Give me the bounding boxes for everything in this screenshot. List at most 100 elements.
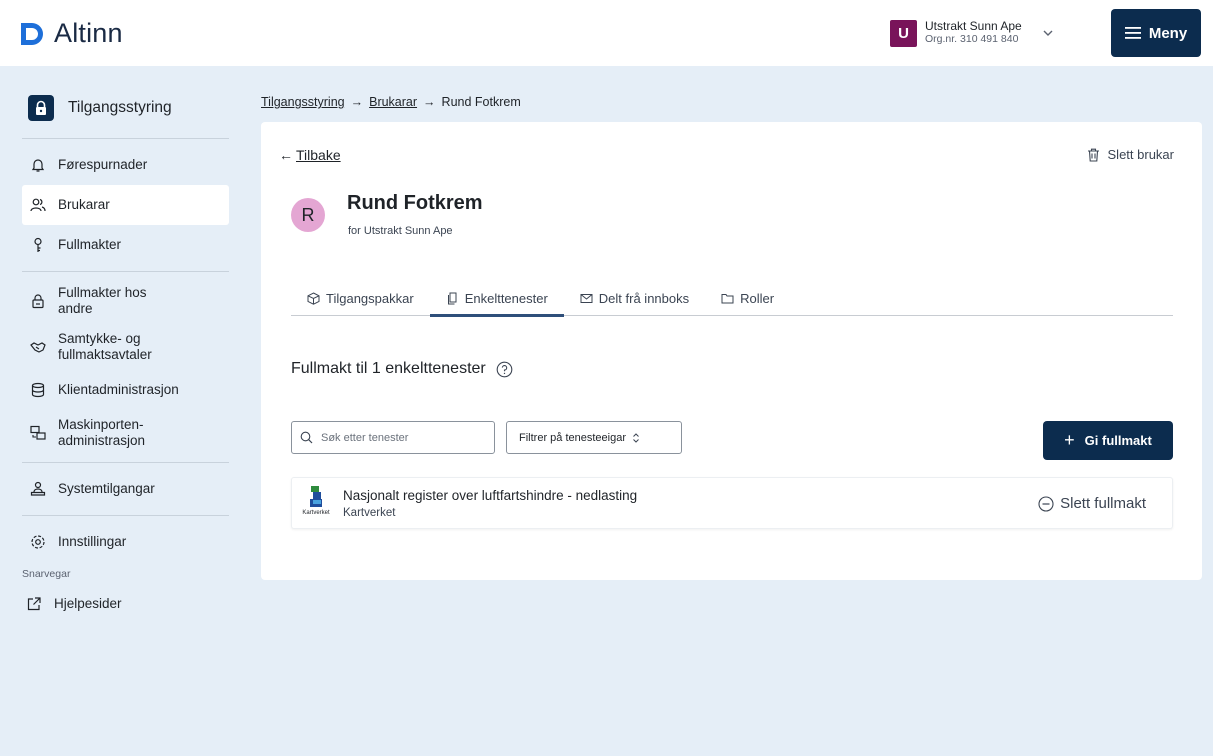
- kartverket-logo-icon: [310, 486, 322, 507]
- sidebar-item-hjelpesider[interactable]: Hjelpesider: [22, 584, 229, 624]
- search-placeholder: Søk etter tenester: [321, 431, 409, 444]
- sidebar-item-label: Innstillingar: [58, 534, 127, 549]
- delete-authorization-label: Slett fullmakt: [1060, 495, 1146, 512]
- monitors-icon: [30, 425, 46, 440]
- tab-list: Tilgangspakkar Enkelttenester Delt frå i…: [291, 280, 1173, 317]
- divider: [22, 138, 229, 139]
- section-title-text: Fullmakt til 1 enkelttenester: [291, 360, 486, 377]
- give-authorization-button[interactable]: + Gi fullmakt: [1043, 421, 1173, 460]
- filter-label: Filtrer på tenesteeigar: [519, 431, 626, 444]
- sidebar-item-klientadministrasjon[interactable]: Klientadministrasjon: [22, 370, 229, 410]
- sidebar-item-label: Brukarar: [58, 197, 110, 212]
- user-detail-card: ← Tilbake Slett brukar R Rund Fotkrem fo…: [261, 122, 1202, 580]
- service-list-item[interactable]: Kartverket Nasjonalt register over luftf…: [291, 477, 1173, 529]
- service-owner-filter[interactable]: Filtrer på tenesteeigar: [506, 421, 682, 454]
- tab-label: Delt frå innboks: [598, 290, 690, 306]
- sidebar-item-label: Fullmakter: [58, 237, 122, 252]
- user-subtitle: for Utstrakt Sunn Ape: [348, 225, 453, 237]
- sidebar-item-brukarar[interactable]: Brukarar: [22, 185, 229, 225]
- chevron-up-down-icon: [633, 432, 639, 443]
- delete-authorization-button[interactable]: Slett fullmakt: [1038, 495, 1146, 512]
- back-label: Tilbake: [296, 147, 341, 163]
- sidebar-item-systemtilgangar[interactable]: Systemtilgangar: [22, 469, 229, 509]
- external-link-icon: [27, 597, 41, 611]
- give-button-label: Gi fullmakt: [1084, 433, 1152, 448]
- sidebar: Tilgangsstyring Førespurnader Brukarar F…: [22, 84, 229, 624]
- sidebar-header[interactable]: Tilgangsstyring: [22, 84, 229, 132]
- lock-icon: [28, 95, 54, 121]
- package-icon: [307, 291, 320, 305]
- section-heading: Fullmakt til 1 enkelttenester: [291, 360, 513, 378]
- plus-icon: +: [1064, 430, 1075, 450]
- tab-label: Roller: [740, 290, 775, 306]
- envelope-icon: [580, 293, 593, 303]
- gear-icon: [31, 535, 45, 549]
- sidebar-title: Tilgangsstyring: [68, 99, 172, 116]
- person-desk-icon: [30, 481, 46, 496]
- padlock-icon: [32, 294, 44, 309]
- service-owner: Kartverket: [343, 507, 396, 519]
- sidebar-item-label: Fullmakter hos andre: [58, 285, 147, 316]
- database-icon: [31, 382, 45, 398]
- back-link[interactable]: ← Tilbake: [279, 147, 341, 163]
- chevron-down-icon: [1043, 30, 1053, 36]
- top-bar: Altinn U Utstrakt Sunn Ape Org.nr. 310 4…: [0, 0, 1213, 66]
- service-search-field[interactable]: Søk etter tenester: [291, 421, 495, 454]
- altinn-logo[interactable]: Altinn: [18, 18, 123, 49]
- folder-icon: [721, 293, 734, 303]
- account-switcher[interactable]: U Utstrakt Sunn Ape Org.nr. 310 491 840: [890, 10, 1054, 56]
- breadcrumb-separator: →: [423, 95, 436, 109]
- logo-text: Altinn: [54, 18, 123, 48]
- sidebar-item-label: Samtykke- og fullmaktsavtaler: [58, 331, 152, 362]
- account-avatar: U: [890, 19, 917, 47]
- tab-delt-fra-innboks[interactable]: Delt frå innboks: [564, 280, 705, 316]
- tab-roller[interactable]: Roller: [705, 280, 790, 316]
- sidebar-item-maskinporten[interactable]: Maskinporten-administrasjon: [22, 410, 229, 456]
- sidebar-item-innstillingar[interactable]: Innstillingar: [22, 522, 229, 562]
- sidebar-item-fullmakter-hos-andre[interactable]: Fullmakter hos andre: [22, 278, 229, 324]
- sidebar-item-label: Hjelpesider: [54, 596, 122, 611]
- breadcrumb: Tilgangsstyring → Brukarar → Rund Fotkre…: [261, 95, 521, 109]
- users-icon: [30, 198, 46, 212]
- handshake-icon: [30, 342, 46, 353]
- delete-user-button[interactable]: Slett brukar: [1087, 147, 1174, 162]
- sidebar-item-samtykke[interactable]: Samtykke- og fullmaktsavtaler: [22, 324, 229, 370]
- sidebar-item-label: Systemtilgangar: [58, 481, 155, 496]
- account-org-number: Org.nr. 310 491 840: [925, 33, 1019, 45]
- divider: [22, 515, 229, 516]
- sidebar-item-label: Maskinporten-administrasjon: [58, 417, 146, 448]
- sidebar-item-forespurnader[interactable]: Førespurnader: [22, 145, 229, 185]
- breadcrumb-link-brukarar[interactable]: Brukarar: [369, 95, 417, 109]
- documents-icon: [447, 292, 457, 304]
- divider: [22, 271, 229, 272]
- shortcuts-heading: Snarvegar: [22, 568, 71, 580]
- delete-user-label: Slett brukar: [1107, 147, 1174, 162]
- help-icon[interactable]: [496, 361, 513, 378]
- sidebar-item-label: Førespurnader: [58, 157, 148, 172]
- breadcrumb-separator: →: [350, 95, 364, 109]
- sidebar-item-label: Klientadministrasjon: [58, 382, 179, 397]
- user-avatar: R: [291, 198, 325, 232]
- kartverket-logo: Kartverket: [300, 486, 332, 522]
- logo-caption: Kartverket: [302, 510, 330, 516]
- tab-enkelttenester[interactable]: Enkelttenester: [429, 280, 564, 317]
- trash-icon: [1087, 148, 1099, 162]
- tab-label: Tilgangspakkar: [326, 290, 414, 306]
- divider: [22, 462, 229, 463]
- tab-label: Enkelttenester: [464, 290, 548, 306]
- page-title: Rund Fotkrem: [347, 192, 483, 214]
- service-title: Nasjonalt register over luftfartshindre …: [343, 488, 638, 503]
- key-icon: [34, 237, 42, 252]
- menu-button[interactable]: Meny: [1111, 9, 1201, 57]
- arrow-left-icon: ←: [279, 147, 293, 163]
- minus-circle-icon: [1038, 495, 1054, 512]
- sidebar-item-fullmakter[interactable]: Fullmakter: [22, 225, 229, 265]
- tab-tilgangspakkar[interactable]: Tilgangspakkar: [291, 280, 430, 316]
- menu-label: Meny: [1148, 24, 1188, 42]
- account-name: Utstrakt Sunn Ape: [925, 19, 1022, 33]
- breadcrumb-link-tilgangsstyring[interactable]: Tilgangsstyring: [261, 95, 345, 109]
- altinn-logo-icon: [21, 22, 43, 45]
- hamburger-icon: [1124, 27, 1141, 39]
- breadcrumb-current: Rund Fotkrem: [441, 95, 521, 109]
- bell-icon: [31, 159, 45, 172]
